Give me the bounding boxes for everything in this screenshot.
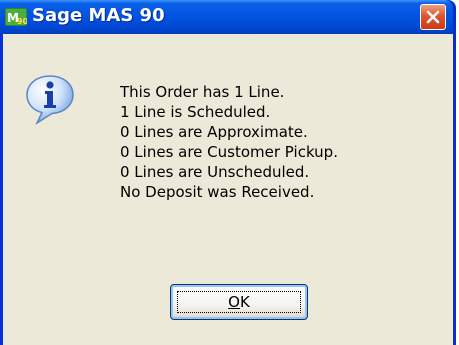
dialog-body: This Order has 1 Line. 1 Line is Schedul… <box>3 34 453 345</box>
ok-button-label: OK <box>228 293 250 311</box>
message-line: 0 Lines are Customer Pickup. <box>120 143 338 161</box>
svg-text:90: 90 <box>17 17 27 26</box>
message-text: This Order has 1 Line. 1 Line is Schedul… <box>120 82 338 202</box>
close-button[interactable] <box>420 4 446 30</box>
message-line: This Order has 1 Line. <box>120 83 285 101</box>
message-dialog: M 90 Sage MAS 90 This Order has 1 Lin <box>0 0 456 345</box>
title-bar[interactable]: M 90 Sage MAS 90 <box>0 0 453 34</box>
message-line: 0 Lines are Unscheduled. <box>120 163 310 181</box>
ok-label-rest: K <box>239 293 250 311</box>
message-line: 0 Lines are Approximate. <box>120 123 308 141</box>
ok-accelerator-key: O <box>228 293 240 311</box>
message-line: 1 Line is Scheduled. <box>120 103 271 121</box>
ok-button[interactable]: OK <box>170 284 308 320</box>
information-icon <box>26 75 74 126</box>
close-icon <box>426 10 440 24</box>
window-title: Sage MAS 90 <box>32 5 165 26</box>
message-line: No Deposit was Received. <box>120 183 315 201</box>
app-icon: M 90 <box>5 8 27 26</box>
